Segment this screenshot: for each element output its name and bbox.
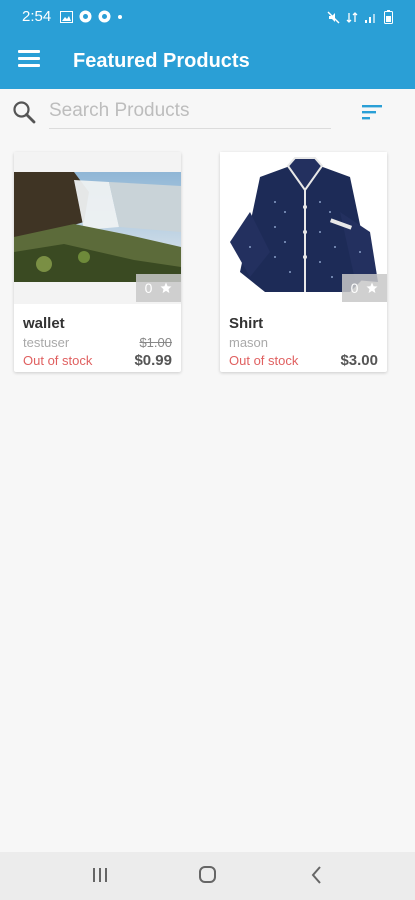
star-icon [160, 282, 172, 293]
product-name: Shirt [229, 315, 264, 332]
signal-icon [365, 13, 375, 23]
stock-status: Out of stock [23, 353, 93, 368]
search-icon [13, 101, 36, 124]
stock-status: Out of stock [229, 353, 299, 368]
sort-filter-icon[interactable] [362, 103, 384, 121]
back-icon[interactable] [308, 864, 324, 886]
recents-icon[interactable] [91, 864, 109, 886]
system-icons [327, 10, 393, 24]
battery-icon [384, 10, 393, 24]
gallery-icon [60, 10, 73, 23]
product-price: $0.99 [134, 352, 172, 369]
product-seller: testuser [23, 335, 70, 350]
product-price: $3.00 [340, 352, 378, 369]
home-icon[interactable] [198, 864, 218, 886]
search-bar [0, 89, 415, 139]
system-nav-bar [0, 852, 415, 900]
status-time: 2:54 [22, 8, 52, 25]
product-name: wallet [23, 315, 65, 332]
chrome-icon [98, 10, 111, 23]
notification-icons [60, 10, 123, 23]
rating-badge: 0 [342, 274, 387, 302]
product-card[interactable]: 0 wallet testuser Out of stock $1.00 $0.… [14, 152, 181, 372]
app-bar: Featured Products [0, 36, 415, 89]
mute-icon [327, 11, 340, 23]
rating-badge: 0 [136, 274, 181, 302]
dot-icon [118, 14, 122, 19]
product-seller: mason [229, 335, 269, 350]
star-icon [366, 282, 378, 293]
page-title: Featured Products [73, 50, 250, 72]
rating-count: 0 [350, 280, 359, 296]
chrome-icon [79, 10, 92, 23]
product-card[interactable]: 0 Shirt mason Out of stock $3.00 [220, 152, 387, 372]
wifi-data-icon [346, 11, 358, 23]
original-price: $1.00 [139, 335, 172, 350]
hamburger-menu-icon[interactable] [18, 50, 40, 70]
status-bar: 2:54 [0, 0, 415, 36]
search-input[interactable] [49, 93, 331, 129]
rating-count: 0 [144, 280, 153, 296]
